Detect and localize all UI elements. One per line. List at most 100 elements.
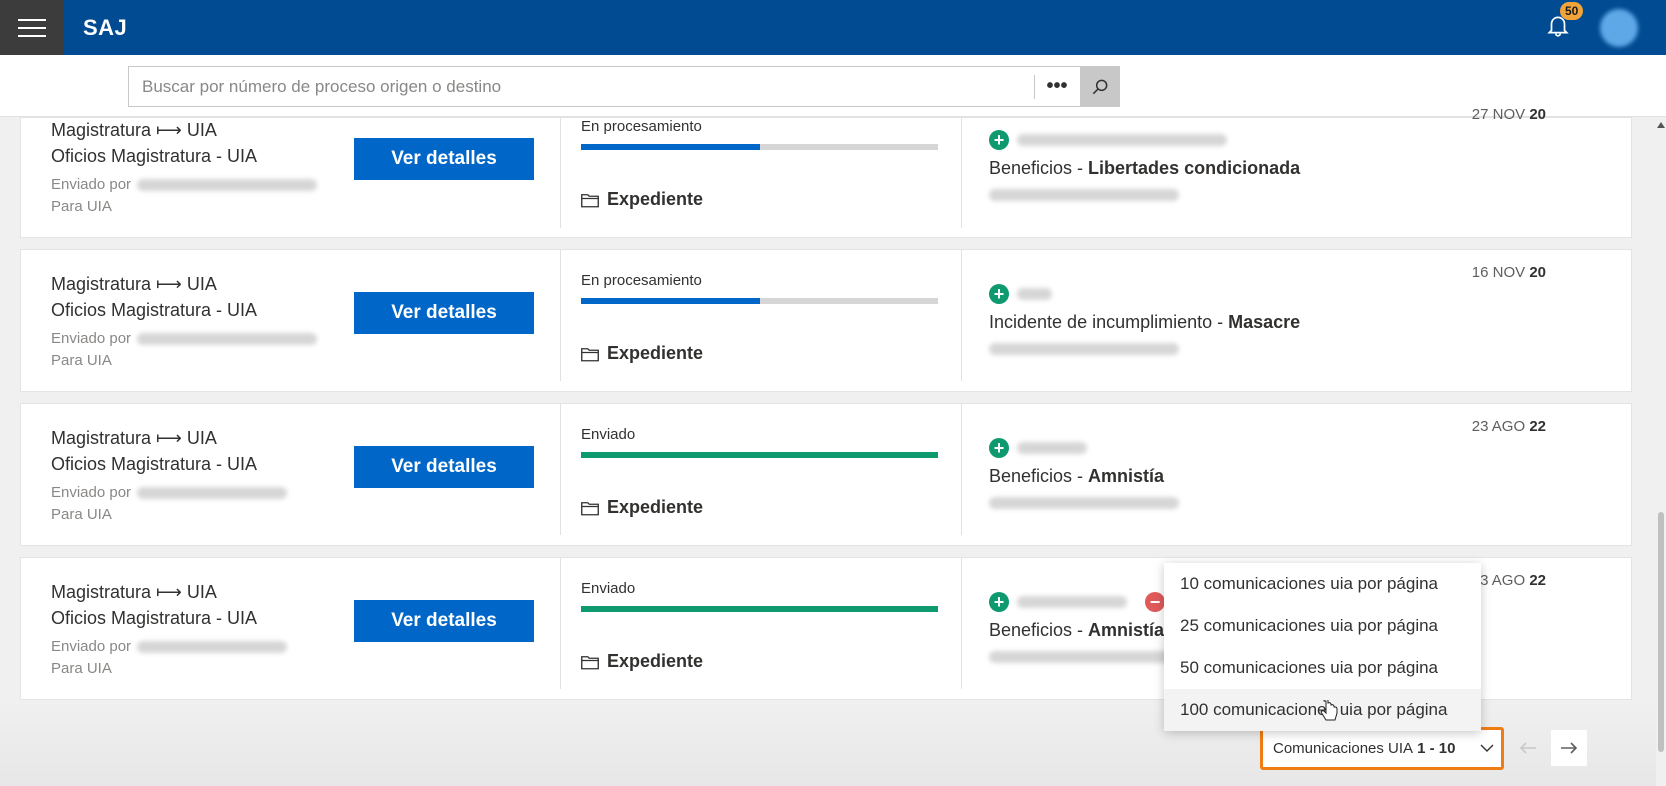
bell-icon[interactable]: 50 xyxy=(1545,2,1584,42)
pointer-cursor-icon xyxy=(1320,698,1340,729)
divider xyxy=(560,118,561,228)
matter-label: Beneficios - Amnistía xyxy=(989,620,1165,640)
divider xyxy=(961,118,962,228)
search-bar: ••• xyxy=(0,55,1666,117)
office-label: Oficios Magistratura - UIA xyxy=(51,300,258,320)
redacted-text xyxy=(1017,596,1127,608)
plus-circle-icon[interactable]: + xyxy=(989,592,1009,612)
redacted-case-number xyxy=(989,496,1179,514)
communication-card: Magistratura ⟼ UIA Oficios Magistratura … xyxy=(20,249,1632,392)
status-label: Enviado xyxy=(581,580,636,597)
hamburger-icon[interactable] xyxy=(0,0,63,55)
redacted-text xyxy=(137,486,288,499)
party-row: + − xyxy=(989,592,1165,612)
plus-circle-icon[interactable]: + xyxy=(989,438,1009,458)
matter-label: Beneficios - Libertades condicionada xyxy=(989,158,1301,178)
office-label: Oficios Magistratura - UIA xyxy=(51,454,258,474)
recipient-label: Para UIA xyxy=(51,352,112,369)
divider xyxy=(560,250,561,381)
redacted-text xyxy=(1017,442,1087,454)
divider xyxy=(560,558,561,689)
expediente-link[interactable]: Expediente xyxy=(581,497,703,518)
party-row: + xyxy=(989,438,1087,458)
communication-card: Magistratura ⟼ UIA Oficios Magistratura … xyxy=(20,106,1632,238)
sent-by: Enviado por xyxy=(51,330,318,347)
party-row: + xyxy=(989,284,1052,304)
page-size-option-50[interactable]: 50 comunicaciones uia por página xyxy=(1164,647,1481,689)
recipient-label: Para UIA xyxy=(51,506,112,523)
date-label: 16 NOV 20 xyxy=(1471,264,1546,281)
chevron-down-icon xyxy=(1480,744,1494,752)
redacted-case-number xyxy=(989,650,1179,668)
divider xyxy=(961,558,962,689)
arrow-left-icon xyxy=(1519,742,1536,754)
progress-bar xyxy=(581,144,938,150)
progress-bar xyxy=(581,452,938,458)
status-label: Enviado xyxy=(581,426,636,443)
folder-icon xyxy=(581,347,599,361)
view-details-button[interactable]: Ver detalles xyxy=(354,600,534,642)
redacted-text xyxy=(1017,134,1227,146)
sent-by: Enviado por xyxy=(51,176,318,193)
notification-badge: 50 xyxy=(1560,2,1584,20)
office-label: Oficios Magistratura - UIA xyxy=(51,608,258,628)
sent-by: Enviado por xyxy=(51,484,288,501)
recipient-label: Para UIA xyxy=(51,660,112,677)
expediente-link[interactable]: Expediente xyxy=(581,189,703,210)
communication-card: Magistratura ⟼ UIA Oficios Magistratura … xyxy=(20,403,1632,546)
redacted-text xyxy=(137,640,288,653)
next-page-button[interactable] xyxy=(1551,730,1587,766)
date-label: 27 NOV 20 xyxy=(1471,106,1546,123)
top-bar: SAJ 50 xyxy=(0,0,1666,55)
route-label: Magistratura ⟼ UIA xyxy=(51,582,217,602)
redacted-case-number xyxy=(989,342,1179,360)
folder-icon xyxy=(581,501,599,515)
redacted-case-number xyxy=(989,188,1179,206)
divider xyxy=(560,404,561,535)
previous-page-button[interactable] xyxy=(1510,730,1546,766)
progress-bar xyxy=(581,606,938,612)
scroll-up-arrow-icon[interactable] xyxy=(1657,122,1665,128)
page-size-option-25[interactable]: 25 comunicaciones uia por página xyxy=(1164,605,1481,647)
folder-icon xyxy=(581,655,599,669)
matter-label: Beneficios - Amnistía xyxy=(989,466,1165,486)
route-label: Magistratura ⟼ UIA xyxy=(51,274,217,294)
redacted-text xyxy=(137,178,318,191)
plus-circle-icon[interactable]: + xyxy=(989,284,1009,304)
divider xyxy=(961,250,962,381)
view-details-button[interactable]: Ver detalles xyxy=(354,446,534,488)
search-input[interactable] xyxy=(128,66,1034,107)
progress-bar xyxy=(581,298,938,304)
app-logo[interactable]: SAJ xyxy=(83,15,127,41)
view-details-button[interactable]: Ver detalles xyxy=(354,292,534,334)
status-label: En procesamiento xyxy=(581,272,702,289)
minus-circle-icon[interactable]: − xyxy=(1145,592,1165,612)
search-button[interactable] xyxy=(1080,66,1120,107)
sent-by: Enviado por xyxy=(51,638,288,655)
page-size-select[interactable]: Comunicaciones UIA 1 - 10 xyxy=(1260,727,1504,770)
expediente-link[interactable]: Expediente xyxy=(581,651,703,672)
matter-label: Incidente de incumplimiento - Masacre xyxy=(989,312,1301,332)
view-details-button[interactable]: Ver detalles xyxy=(354,138,534,180)
recipient-label: Para UIA xyxy=(51,198,112,215)
status-label: En procesamiento xyxy=(581,118,702,135)
redacted-text xyxy=(137,332,318,345)
divider xyxy=(961,404,962,535)
party-row: + xyxy=(989,130,1227,150)
scrollbar[interactable] xyxy=(1656,117,1666,786)
more-options-button[interactable]: ••• xyxy=(1034,66,1080,107)
scrollbar-thumb[interactable] xyxy=(1658,512,1664,752)
plus-circle-icon[interactable]: + xyxy=(989,130,1009,150)
page-size-option-10[interactable]: 10 comunicaciones uia por página xyxy=(1164,563,1481,605)
expediente-link[interactable]: Expediente xyxy=(581,343,703,364)
office-label: Oficios Magistratura - UIA xyxy=(51,146,258,166)
redacted-text xyxy=(1017,288,1052,300)
route-label: Magistratura ⟼ UIA xyxy=(51,428,217,448)
folder-icon xyxy=(581,193,599,207)
avatar[interactable] xyxy=(1600,9,1638,47)
search-icon xyxy=(1092,79,1108,94)
date-label: 3 AGO 22 xyxy=(1480,572,1546,589)
date-label: 23 AGO 22 xyxy=(1471,418,1546,435)
arrow-right-icon xyxy=(1561,742,1578,754)
route-label: Magistratura ⟼ UIA xyxy=(51,120,217,140)
